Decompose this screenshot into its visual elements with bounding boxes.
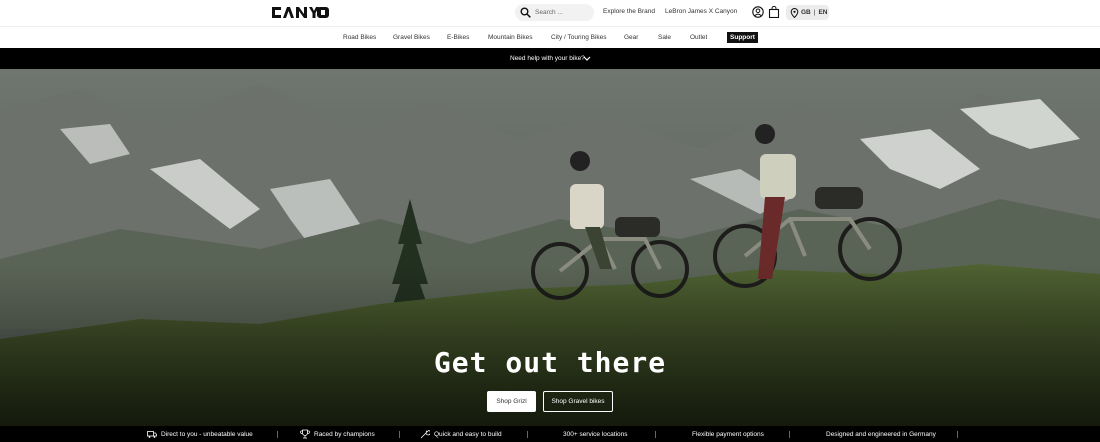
main-nav: Road Bikes Gravel Bikes E-Bikes Mountain… [0,26,1100,48]
search-input[interactable] [535,6,590,19]
nav-item-mountain-bikes[interactable]: Mountain Bikes [488,34,532,41]
usp-divider [957,431,958,438]
usp-champions: Raced by champions [314,431,375,438]
shop-grizl-button[interactable]: Shop Grizl [487,391,536,412]
search-icon [520,7,531,18]
nav-item-road-bikes[interactable]: Road Bikes [343,34,376,41]
nav-item-city-touring-bikes[interactable]: City / Touring Bikes [551,34,607,41]
nav-item-support[interactable]: Support [727,32,758,43]
hero-banner: Get out there Shop Grizl Shop Gravel bik… [0,69,1100,426]
usp-bar: Direct to you - unbeatable value Raced b… [0,426,1100,442]
usp-divider [527,431,528,438]
tool-icon [420,430,430,439]
usp-payment: Flexible payment options [692,431,764,438]
help-bar[interactable]: Need help with your bike? [0,48,1100,69]
hero-headline: Get out there [433,346,667,379]
lebron-collab-link[interactable]: LeBron James X Canyon [665,8,737,15]
usp-direct: Direct to you - unbeatable value [161,431,253,438]
trophy-icon [300,429,310,439]
locale-selector[interactable]: GB | EN [786,5,829,20]
nav-item-outlet[interactable]: Outlet [690,34,707,41]
shop-gravel-bikes-button[interactable]: Shop Gravel bikes [543,391,613,412]
top-header: Explore the Brand LeBron James X Canyon … [0,0,1100,26]
locale-language: EN [818,9,828,16]
locale-divider: | [813,9,816,16]
usp-germany: Designed and engineered in Germany [826,431,936,438]
explore-brand-link[interactable]: Explore the Brand [603,8,655,15]
nav-item-gravel-bikes[interactable]: Gravel Bikes [393,34,430,41]
nav-item-gear[interactable]: Gear [624,34,638,41]
locale-country: GB [801,9,811,16]
help-bar-text: Need help with your bike? [510,55,585,62]
delivery-icon [147,431,157,438]
chevron-down-icon [583,56,591,61]
nav-item-e-bikes[interactable]: E-Bikes [447,34,469,41]
canyon-logo[interactable] [272,7,334,18]
usp-divider [655,431,656,438]
usp-divider [789,431,790,438]
location-pin-icon [790,8,799,18]
search-box[interactable] [515,4,594,21]
bag-icon[interactable] [768,6,780,18]
usp-service-locations: 300+ service locations [563,431,628,438]
usp-divider [277,431,278,438]
nav-item-sale[interactable]: Sale [658,34,671,41]
user-icon[interactable] [752,6,764,18]
usp-divider [399,431,400,438]
usp-easy-build: Quick and easy to build [434,431,502,438]
